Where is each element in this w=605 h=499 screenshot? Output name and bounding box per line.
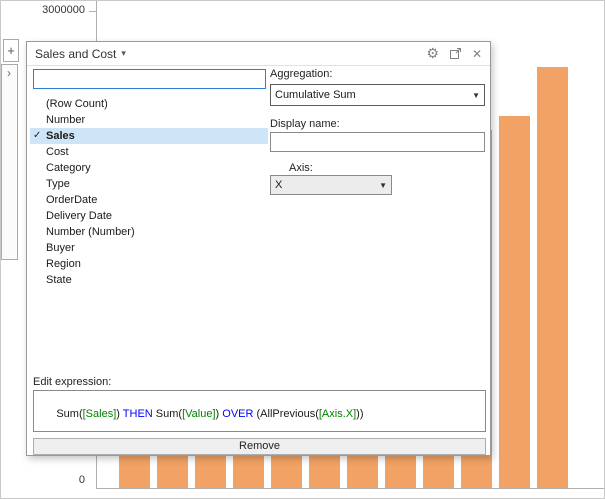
field-label: Region bbox=[46, 258, 81, 270]
axis-dropdown[interactable]: X ▼ bbox=[270, 175, 392, 195]
edit-expression-label: Edit expression: bbox=[33, 376, 111, 388]
popup-title[interactable]: Sales and Cost bbox=[35, 47, 116, 61]
field-label: Number bbox=[46, 114, 85, 126]
aggregation-label: Aggregation: bbox=[270, 68, 332, 80]
y-axis-tick-mark bbox=[89, 11, 96, 12]
popup-titlebar: Sales and Cost ▾ ⚙ ✕ bbox=[27, 42, 490, 66]
checkmark-icon: ✓ bbox=[33, 128, 41, 144]
field-label: Sales bbox=[46, 130, 75, 142]
x-axis-line bbox=[96, 488, 605, 489]
expression-token: [Axis.X] bbox=[319, 408, 356, 420]
field-item[interactable]: Category bbox=[30, 160, 268, 176]
field-item[interactable]: Number (Number) bbox=[30, 224, 268, 240]
close-icon[interactable]: ✕ bbox=[472, 47, 482, 61]
expression-token: Sum( bbox=[56, 408, 82, 420]
field-item[interactable]: Number bbox=[30, 112, 268, 128]
column-search-input[interactable] bbox=[33, 69, 266, 89]
axis-value: X bbox=[275, 179, 375, 191]
field-label: Buyer bbox=[46, 242, 75, 254]
add-axis-button[interactable]: + bbox=[3, 39, 19, 62]
field-item[interactable]: State bbox=[30, 272, 268, 288]
expression-token: THEN bbox=[123, 408, 153, 420]
expression-token: [Value] bbox=[182, 408, 215, 420]
expression-token: [Sales] bbox=[83, 408, 117, 420]
field-item[interactable]: Type bbox=[30, 176, 268, 192]
field-list: (Row Count) Number ✓ Sales Cost Category Type O… bbox=[30, 96, 268, 288]
field-item[interactable]: ✓ Sales bbox=[30, 128, 268, 144]
bar[interactable] bbox=[499, 116, 530, 488]
field-item[interactable]: Cost bbox=[30, 144, 268, 160]
field-item[interactable]: Buyer bbox=[30, 240, 268, 256]
application-window: 3000000 0 + › Cumulative Sum (Sales) Sal… bbox=[0, 0, 605, 499]
dropdown-arrow-icon: ▼ bbox=[472, 91, 480, 100]
axis-label: Axis: bbox=[289, 162, 313, 174]
aggregation-value: Cumulative Sum bbox=[275, 89, 468, 101]
bar[interactable] bbox=[537, 67, 568, 488]
chevron-down-icon: ▾ bbox=[121, 48, 126, 59]
dropdown-arrow-icon: ▼ bbox=[379, 181, 387, 190]
gear-icon[interactable]: ⚙ bbox=[426, 45, 439, 62]
expression-token: (AllPrevious( bbox=[253, 408, 318, 420]
expression-token: Sum( bbox=[153, 408, 182, 420]
field-label: Cost bbox=[46, 146, 69, 158]
field-label: State bbox=[46, 274, 72, 286]
remove-button[interactable]: Remove bbox=[33, 438, 486, 455]
field-item[interactable]: Delivery Date bbox=[30, 208, 268, 224]
column-selector-popup: Sales and Cost ▾ ⚙ ✕ (Row Count) Number ✓ S… bbox=[26, 41, 491, 456]
field-label: OrderDate bbox=[46, 194, 97, 206]
display-name-label: Display name: bbox=[270, 118, 340, 130]
y-axis-tick-label-top: 3000000 bbox=[1, 4, 85, 16]
expression-editor[interactable]: Sum([Sales]) THEN Sum([Value]) OVER (All… bbox=[33, 390, 486, 432]
field-label: (Row Count) bbox=[46, 98, 108, 110]
popout-icon[interactable] bbox=[449, 47, 462, 60]
field-label: Type bbox=[46, 178, 70, 190]
field-label: Number (Number) bbox=[46, 226, 135, 238]
aggregation-dropdown[interactable]: Cumulative Sum ▼ bbox=[270, 84, 485, 106]
field-item[interactable]: (Row Count) bbox=[30, 96, 268, 112]
field-item[interactable]: Region bbox=[30, 256, 268, 272]
y-axis-selector-tab[interactable]: › bbox=[1, 64, 18, 260]
expression-text: Sum([Sales]) THEN Sum([Value]) OVER (All… bbox=[56, 408, 363, 420]
expression-token: OVER bbox=[222, 408, 253, 420]
field-label: Category bbox=[46, 162, 91, 174]
y-axis-tick-label-bottom: 0 bbox=[1, 474, 85, 486]
field-item[interactable]: OrderDate bbox=[30, 192, 268, 208]
expression-token: )) bbox=[356, 408, 363, 420]
chevron-right-icon[interactable]: › bbox=[7, 66, 11, 80]
field-label: Delivery Date bbox=[46, 210, 112, 222]
display-name-input[interactable] bbox=[270, 132, 485, 152]
